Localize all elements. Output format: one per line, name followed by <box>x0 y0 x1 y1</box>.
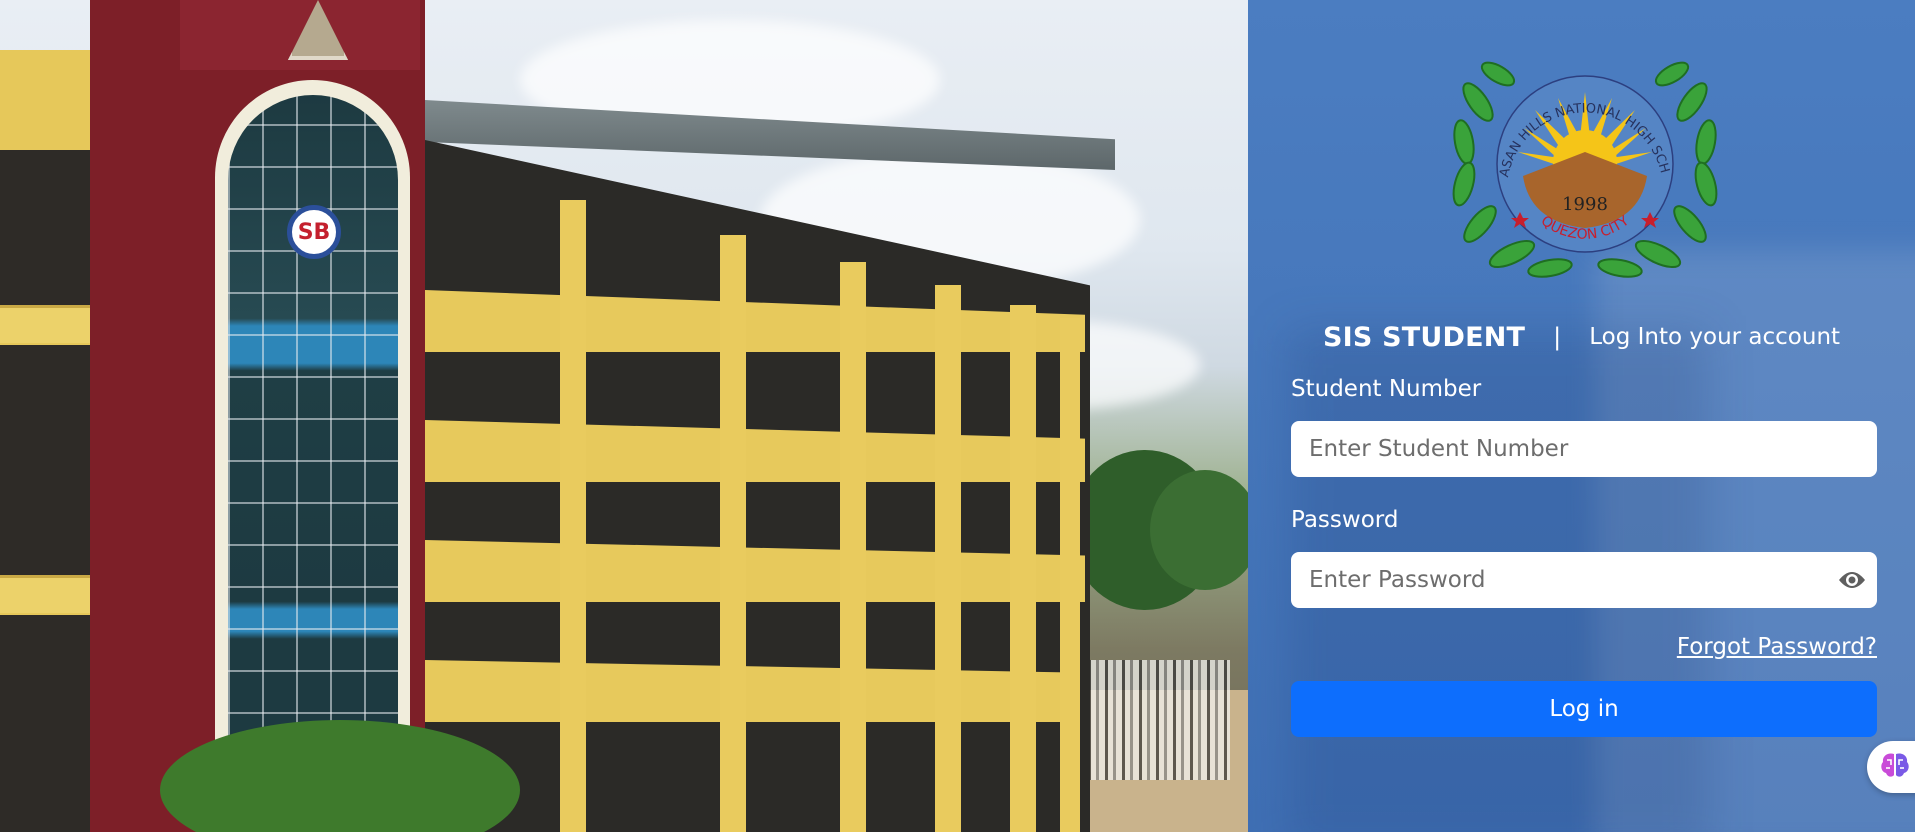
brand-title: SIS STUDENT <box>1322 321 1526 353</box>
svg-text:1998: 1998 <box>1562 194 1608 215</box>
student-number-field <box>1291 421 1877 477</box>
login-button[interactable]: Log in <box>1291 681 1877 737</box>
password-field <box>1291 552 1877 608</box>
school-seal-logo: 1998 BATASAN HILLS NATIONAL HIGH SCHOOL … <box>1440 52 1718 278</box>
brain-icon <box>1879 751 1911 783</box>
login-heading: SIS STUDENT | Log Into your account <box>1248 317 1915 357</box>
heading-separator: | <box>1553 323 1562 351</box>
student-number-label: Student Number <box>1291 376 1482 402</box>
forgot-password-link[interactable]: Forgot Password? <box>1677 634 1877 660</box>
login-panel: 1998 BATASAN HILLS NATIONAL HIGH SCHOOL … <box>1248 0 1915 832</box>
eye-icon[interactable] <box>1837 566 1867 594</box>
assistant-widget[interactable] <box>1867 741 1915 793</box>
password-input[interactable] <box>1291 552 1877 608</box>
campus-photo: SB <box>0 0 1248 832</box>
password-label: Password <box>1291 507 1399 533</box>
student-number-input[interactable] <box>1291 421 1877 477</box>
sb-emblem: SB <box>287 205 341 259</box>
heading-tagline: Log Into your account <box>1589 324 1841 350</box>
